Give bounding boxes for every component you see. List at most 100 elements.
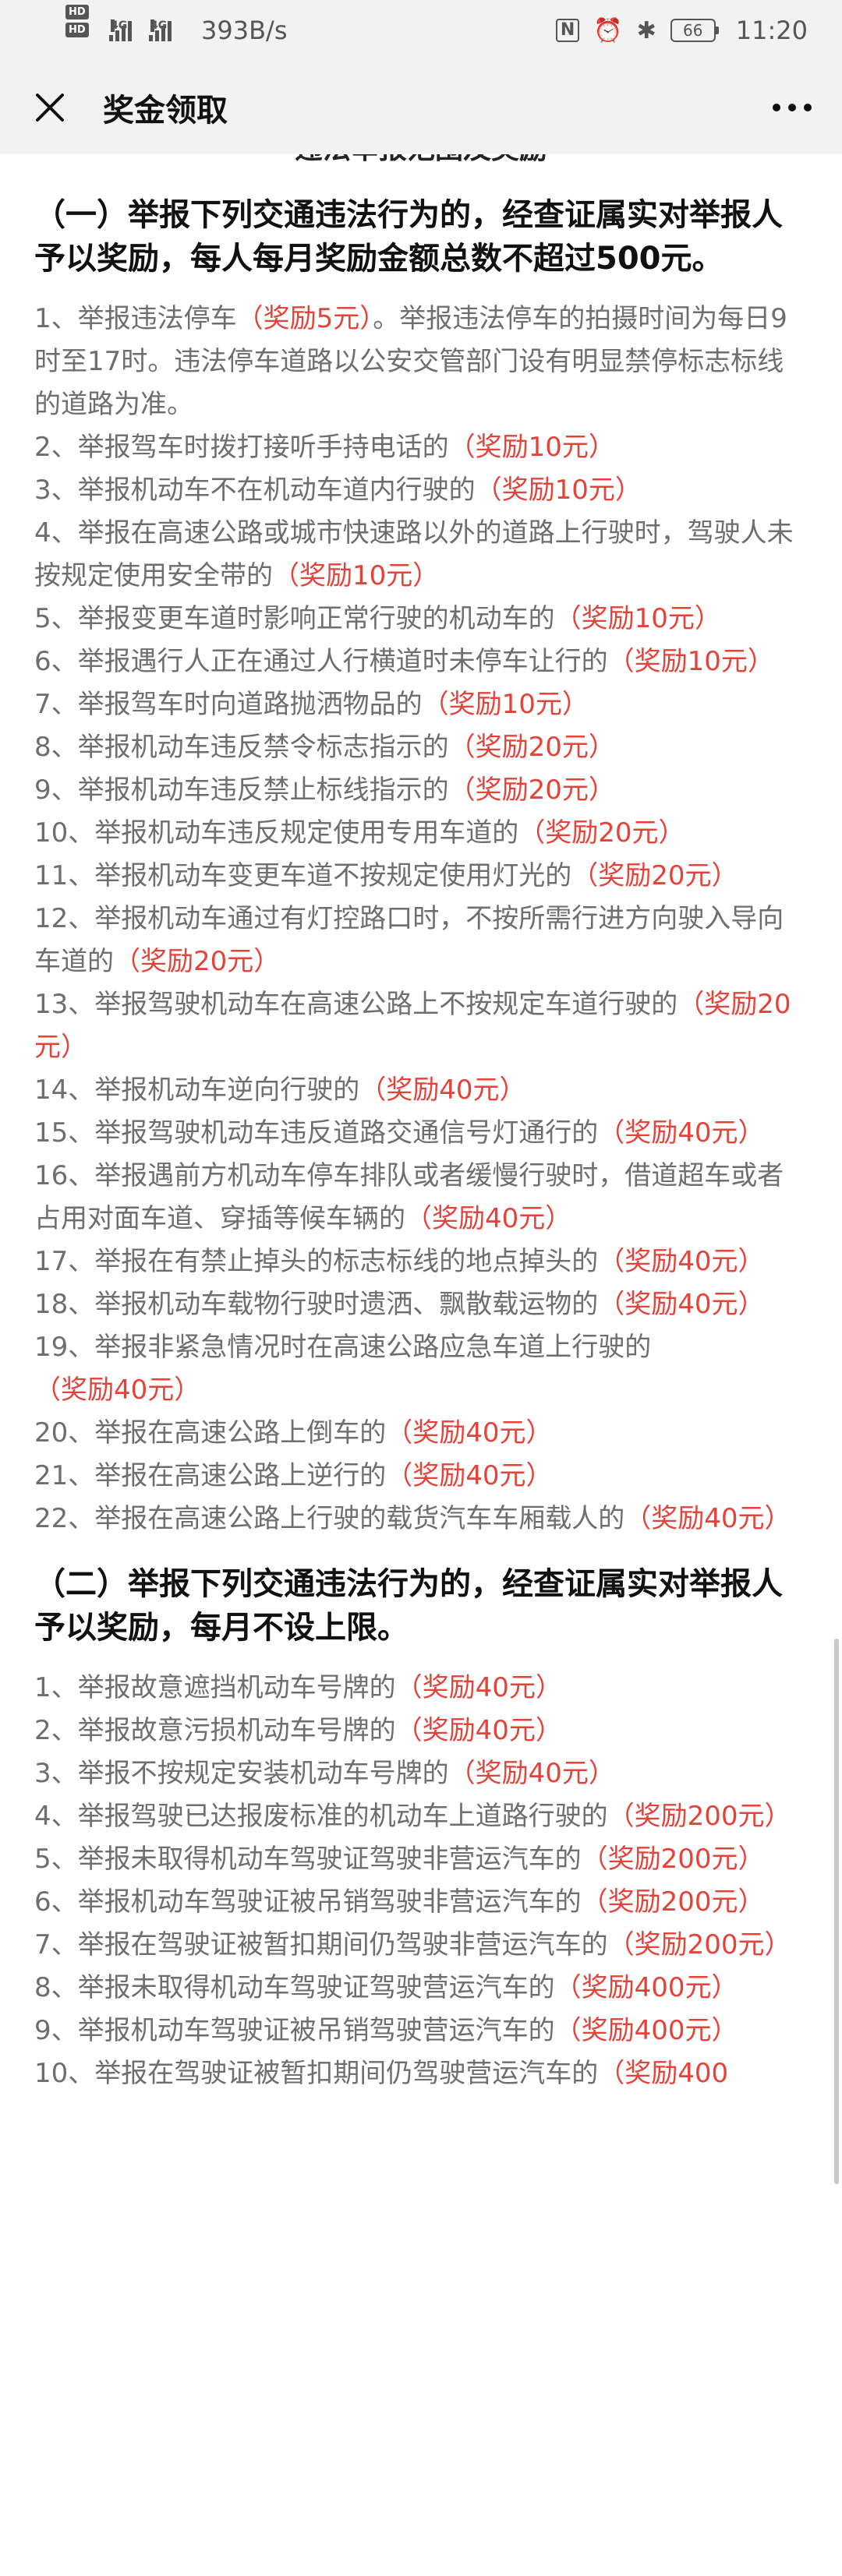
item-number: 17、 — [34, 1246, 95, 1277]
list-item: 19、举报非紧急情况时在高速公路应急车道上行驶的 （奖励40元） — [34, 1326, 808, 1412]
reward-amount: （奖励400 — [598, 2058, 729, 2089]
clipped-heading: 违法举报范围及奖励 — [0, 154, 842, 167]
reward-amount: （奖励40元） — [34, 1374, 201, 1406]
list-item: 13、举报驾驶机动车在高速公路上不按规定车道行驶的（奖励20元） — [34, 983, 808, 1069]
item-number: 4、 — [34, 517, 78, 549]
list-item: 9、举报机动车驾驶证被吊销驾驶营运汽车的（奖励400元） — [34, 2010, 808, 2052]
item-text: 举报未取得机动车驾驶证驾驶非营运汽车的 — [77, 1844, 582, 1875]
item-text: 举报驾驶已达报废标准的机动车上道路行驶的 — [77, 1801, 608, 1832]
list-item: 12、举报机动车通过有灯控路口时，不按所需行进方向驶入导向车道的（奖励20元） — [34, 898, 808, 983]
clock: 11:20 — [735, 16, 808, 45]
reward-amount: （奖励40元） — [624, 1503, 791, 1534]
reward-amount: （奖励40元） — [395, 1715, 562, 1746]
list-item: 7、举报在驾驶证被暂扣期间仍驾驶非营运汽车的（奖励200元） — [34, 1924, 808, 1967]
item-text: 举报在高速公路上逆行的 — [94, 1460, 387, 1491]
hd-badge: HD — [65, 23, 89, 37]
reward-amount: （奖励200元） — [581, 1886, 765, 1918]
item-number: 9、 — [34, 775, 78, 806]
network-speed: 393B/s — [201, 16, 288, 45]
scrollbar-thumb[interactable] — [834, 1639, 839, 2184]
battery-icon: 66 — [670, 19, 719, 42]
section-1-heading: （一）举报下列交通违法行为的，经查证属实对举报人予以奖励，每人每月奖励金额总数不… — [34, 197, 783, 277]
item-text: 举报机动车驾驶证被吊销驾驶营运汽车的 — [77, 2015, 555, 2046]
reward-amount: （奖励40元） — [598, 1289, 765, 1320]
list-item: 18、举报机动车载物行驶时遗洒、飘散载运物的（奖励40元） — [34, 1283, 808, 1326]
item-number: 3、 — [34, 1758, 78, 1789]
reward-amount: （奖励10元） — [475, 475, 642, 506]
list-item: 2、举报故意污损机动车号牌的（奖励40元） — [34, 1710, 808, 1752]
list-item: 9、举报机动车违反禁止标线指示的（奖励20元） — [34, 769, 808, 812]
article-content: 违法举报范围及奖励 （一）举报下列交通违法行为的，经查证属实对举报人予以奖励，每… — [0, 154, 842, 2576]
item-text: 举报机动车驾驶证被吊销驾驶非营运汽车的 — [77, 1886, 582, 1918]
item-number: 5、 — [34, 1844, 78, 1875]
hd-badge: HD — [65, 5, 89, 19]
reward-amount: （奖励10元） — [273, 560, 440, 591]
reward-amount: （奖励40元） — [448, 1758, 615, 1789]
item-text: 举报机动车变更车道不按规定使用灯光的 — [94, 860, 572, 891]
item-number: 19、 — [34, 1332, 95, 1363]
list-item: 14、举报机动车逆向行驶的（奖励40元） — [34, 1069, 808, 1112]
reward-amount: （奖励40元） — [386, 1460, 553, 1491]
list-item: 22、举报在高速公路上行驶的载货汽车车厢载人的（奖励40元） — [34, 1498, 808, 1540]
item-number: 16、 — [34, 1160, 95, 1191]
item-text: 举报遇行人正在通过人行横道时未停车让行的 — [77, 646, 608, 677]
section-1-list: 1、举报违法停车（奖励5元）。举报违法停车的拍摄时间为每日9时至17时。违法停车… — [0, 298, 842, 1540]
bluetooth-icon: ✱ — [636, 16, 656, 44]
item-text: 举报不按规定安装机动车号牌的 — [77, 1758, 449, 1789]
item-text: 举报未取得机动车驾驶证驾驶营运汽车的 — [77, 1972, 555, 2003]
item-text: 举报在驾驶证被暂扣期间仍驾驶营运汽车的 — [94, 2058, 599, 2089]
item-text: 举报故意污损机动车号牌的 — [77, 1715, 396, 1746]
list-item: 16、举报遇前方机动车停车排队或者缓慢行驶时，借道超车或者占用对面车道、穿插等候… — [34, 1155, 808, 1240]
list-item: 8、举报机动车违反禁令标志指示的（奖励20元） — [34, 726, 808, 769]
item-text: 举报驾驶机动车违反道路交通信号灯通行的 — [94, 1117, 599, 1149]
section-2-list: 1、举报故意遮挡机动车号牌的（奖励40元） 2、举报故意污损机动车号牌的（奖励40… — [0, 1667, 842, 2095]
hd-indicators: HD HD — [65, 5, 89, 37]
more-options-icon[interactable] — [769, 104, 815, 111]
item-number: 12、 — [34, 903, 95, 934]
item-number: 13、 — [34, 989, 95, 1020]
item-number: 15、 — [34, 1117, 95, 1149]
list-item: 2、举报驾车时拨打接听手持电话的（奖励10元） — [34, 426, 808, 469]
reward-amount: （奖励400元） — [554, 2015, 738, 2046]
list-item: 10、举报机动车违反规定使用专用车道的（奖励20元） — [34, 812, 808, 855]
item-text: 举报非紧急情况时在高速公路应急车道上行驶的 — [94, 1332, 652, 1363]
list-item: 6、举报机动车驾驶证被吊销驾驶非营运汽车的（奖励200元） — [34, 1881, 808, 1924]
reward-amount: （奖励20元） — [114, 946, 281, 977]
item-number: 5、 — [34, 603, 78, 634]
list-item: 15、举报驾驶机动车违反道路交通信号灯通行的（奖励40元） — [34, 1112, 808, 1155]
reward-amount: （奖励10元） — [607, 646, 774, 677]
item-number: 6、 — [34, 1886, 78, 1918]
item-number: 11、 — [34, 860, 95, 891]
nfc-icon: N — [555, 19, 580, 42]
item-text: 举报违法停车 — [77, 303, 237, 334]
signal-icon: 4G — [109, 19, 132, 41]
nav-bar: 奖金领取 — [0, 61, 842, 154]
item-text: 举报在高速公路上倒车的 — [94, 1417, 387, 1449]
item-number: 10、 — [34, 817, 95, 849]
list-item: 7、举报驾车时向道路抛洒物品的（奖励10元） — [34, 683, 808, 726]
item-text: 举报驾车时拨打接听手持电话的 — [77, 432, 449, 463]
item-text: 举报机动车违反禁令标志指示的 — [77, 732, 449, 763]
item-text: 举报机动车违反规定使用专用车道的 — [94, 817, 519, 849]
status-left: 4G 4G 393B/s — [65, 16, 287, 45]
section-2-heading: （二）举报下列交通违法行为的，经查证属实对举报人予以奖励，每月不设上限。 — [34, 1566, 783, 1646]
item-text: 举报故意遮挡机动车号牌的 — [77, 1672, 396, 1703]
item-number: 8、 — [34, 732, 78, 763]
item-number: 20、 — [34, 1417, 95, 1449]
item-text: 举报在驾驶证被暂扣期间仍驾驶非营运汽车的 — [77, 1929, 608, 1960]
item-text: 举报机动车不在机动车道内行驶的 — [77, 475, 476, 506]
item-number: 14、 — [34, 1075, 95, 1106]
reward-amount: （奖励20元） — [448, 732, 615, 763]
reward-amount: （奖励400元） — [554, 1972, 738, 2003]
status-right: N ⏰ ✱ 66 11:20 — [555, 16, 808, 45]
page-title: 奖金领取 — [103, 93, 228, 129]
close-icon[interactable] — [27, 84, 73, 131]
item-number: 7、 — [34, 689, 78, 720]
reward-amount: （奖励40元） — [395, 1672, 562, 1703]
list-item: 11、举报机动车变更车道不按规定使用灯光的（奖励20元） — [34, 855, 808, 898]
item-number: 2、 — [34, 432, 78, 463]
reward-amount: （奖励40元） — [598, 1246, 765, 1277]
item-text: 举报在有禁止掉头的标志标线的地点掉头的 — [94, 1246, 599, 1277]
reward-amount: （奖励200元） — [581, 1844, 765, 1875]
reward-amount: （奖励20元） — [571, 860, 738, 891]
